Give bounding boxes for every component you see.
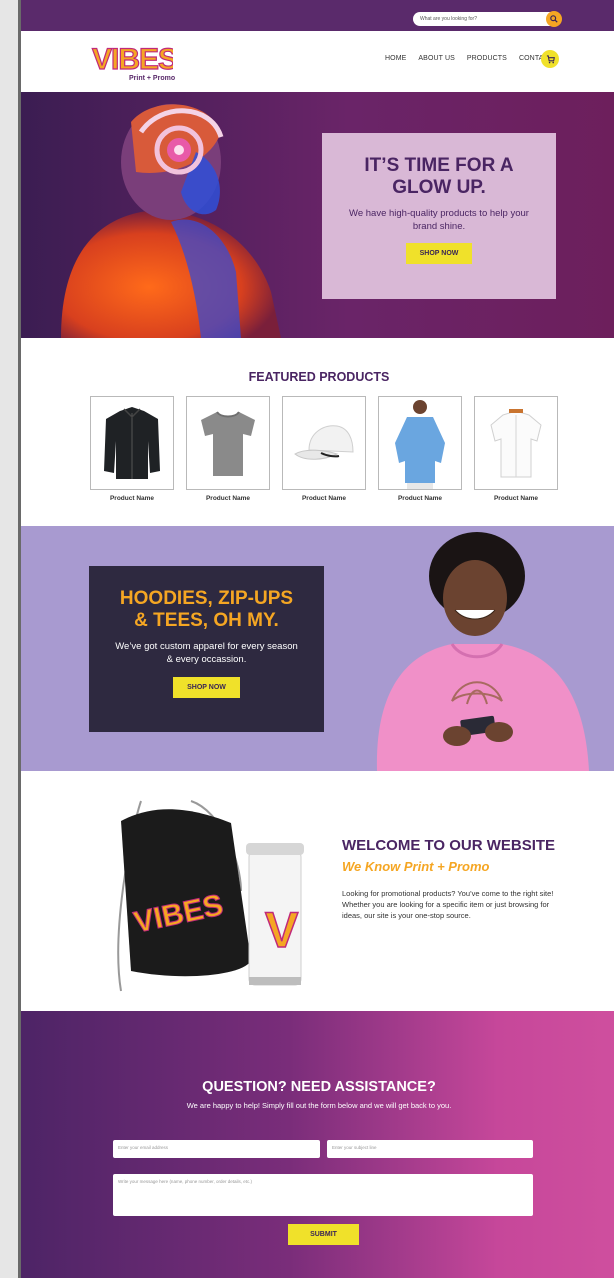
product-image[interactable] <box>186 396 270 490</box>
product-card[interactable]: Product Name <box>474 396 558 502</box>
apparel-shop-now-button[interactable]: SHOP NOW <box>173 677 240 698</box>
featured-products-section: FEATURED PRODUCTS Product Name Product N… <box>21 338 614 526</box>
submit-button[interactable]: SUBMIT <box>288 1224 359 1245</box>
product-image[interactable] <box>378 396 462 490</box>
apparel-title-line2: & TEES, OH MY. <box>134 610 279 631</box>
welcome-subtitle: We Know Print + Promo <box>342 859 490 874</box>
product-name[interactable]: Product Name <box>282 495 366 502</box>
product-card[interactable]: Product Name <box>378 396 462 502</box>
apparel-title-line1: HOODIES, ZIP-UPS <box>119 588 294 609</box>
product-image[interactable] <box>474 396 558 490</box>
top-bar: What are you looking for? <box>21 0 614 31</box>
header: VIBES Print + Promo HOME ABOUT US PRODUC… <box>21 31 614 92</box>
hero-title-line1: IT’S TIME FOR A <box>364 155 514 176</box>
product-image[interactable] <box>282 396 366 490</box>
logo-text: VIBES <box>92 43 173 76</box>
product-name[interactable]: Product Name <box>186 495 270 502</box>
hero-promo-box: IT’S TIME FOR A GLOW UP. We have high-qu… <box>322 133 556 299</box>
subject-field[interactable]: Enter your subject line <box>327 1140 533 1158</box>
welcome-section: VIBES V WELCOME TO OUR WEBSITE We Know P… <box>21 771 614 1011</box>
message-field[interactable]: Write your message here (name, phone num… <box>113 1174 533 1216</box>
dress-shirt-icon <box>490 409 542 478</box>
cart-button[interactable] <box>541 50 559 68</box>
apparel-model-image <box>376 532 589 771</box>
featured-title: FEATURED PRODUCTS <box>248 370 390 384</box>
hero-text: We have high-quality products to help yo… <box>349 208 529 232</box>
product-name[interactable]: Product Name <box>474 495 558 502</box>
hero-title-line2: GLOW UP. <box>392 177 486 198</box>
nav-home[interactable]: HOME <box>385 55 406 62</box>
tumbler-logo-text: V <box>265 902 299 958</box>
page: What are you looking for? VIBES Print + … <box>18 0 614 1278</box>
product-name[interactable]: Product Name <box>90 495 174 502</box>
welcome-text: Looking for promotional products? You’ve… <box>342 889 554 920</box>
product-card[interactable]: Product Name <box>186 396 270 502</box>
search-button[interactable] <box>546 11 562 27</box>
nav-products[interactable]: PRODUCTS <box>467 55 507 62</box>
main-nav: HOME ABOUT US PRODUCTS CONTACT <box>385 55 565 62</box>
product-name[interactable]: Product Name <box>378 495 462 502</box>
apparel-text: We’ve got custom apparel for every seaso… <box>115 641 298 665</box>
jacket-icon <box>104 407 160 479</box>
welcome-title: WELCOME TO OUR WEBSITE <box>342 837 556 854</box>
tshirt-icon <box>201 411 255 476</box>
email-field[interactable]: Enter your email address <box>113 1140 320 1158</box>
contact-subtitle: We are happy to help! Simply fill out th… <box>186 1101 452 1110</box>
apparel-promo-box: HOODIES, ZIP-UPS & TEES, OH MY. We’ve go… <box>89 566 324 732</box>
product-card[interactable]: Product Name <box>90 396 174 502</box>
welcome-products-image: VIBES V <box>117 800 304 992</box>
cart-icon <box>546 54 555 63</box>
logo-subtitle: Print + Promo <box>129 75 176 82</box>
nav-about-us[interactable]: ABOUT US <box>418 55 454 62</box>
hero-image <box>61 104 281 338</box>
longsleeve-icon <box>395 400 445 489</box>
search-icon <box>550 15 558 23</box>
cap-icon <box>294 425 354 460</box>
product-image[interactable] <box>90 396 174 490</box>
hero-banner: IT’S TIME FOR A GLOW UP. We have high-qu… <box>21 92 614 338</box>
hero-shop-now-button[interactable]: SHOP NOW <box>405 243 473 264</box>
contact-section: QUESTION? NEED ASSISTANCE? We are happy … <box>21 1011 614 1278</box>
product-grid: Product Name Product Name Product Name P… <box>90 396 570 502</box>
search-input[interactable]: What are you looking for? <box>413 12 557 26</box>
product-card[interactable]: Product Name <box>282 396 366 502</box>
apparel-banner: HOODIES, ZIP-UPS & TEES, OH MY. We’ve go… <box>21 526 614 771</box>
contact-title: QUESTION? NEED ASSISTANCE? <box>202 1079 436 1095</box>
